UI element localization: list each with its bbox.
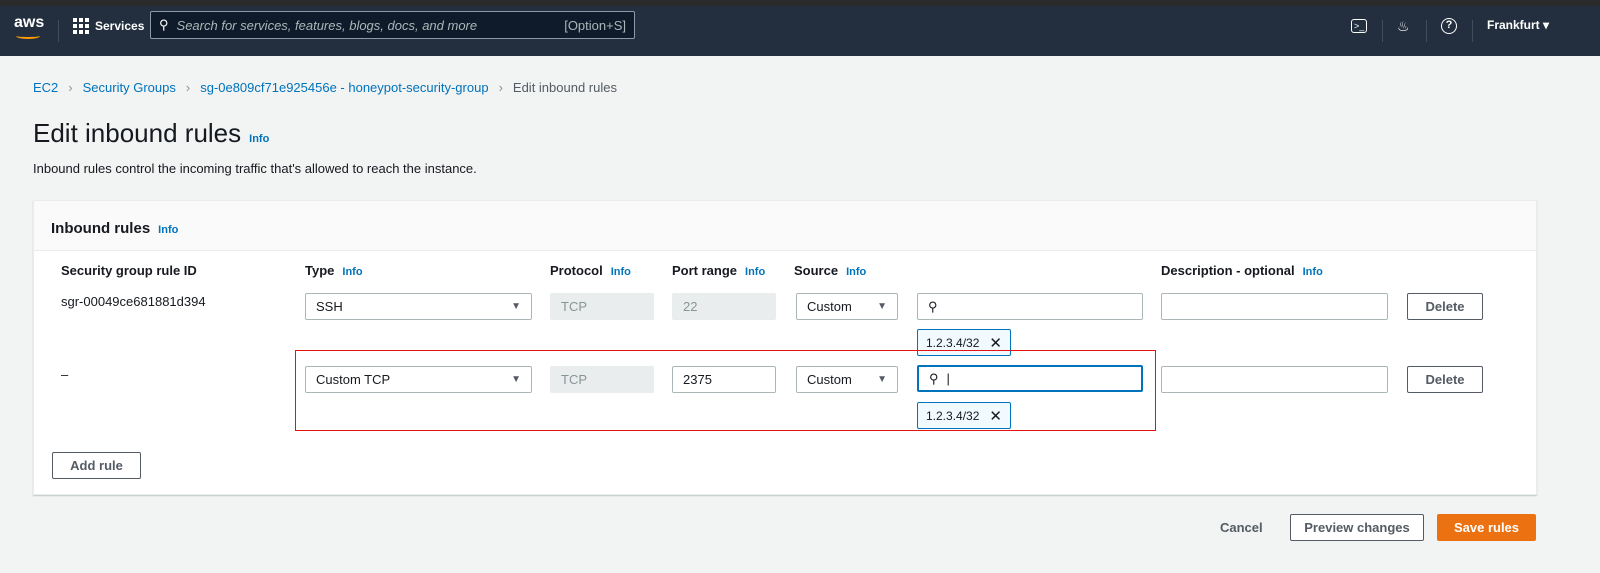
highlight-box xyxy=(295,350,1156,431)
page-title-text: Edit inbound rules xyxy=(33,118,242,148)
info-link[interactable]: Info xyxy=(158,224,178,236)
add-rule-button[interactable]: Add rule xyxy=(52,452,141,479)
panel-title: Inbound rules Info xyxy=(51,220,178,237)
caret-down-icon: ▼ xyxy=(877,301,887,312)
page-title: Edit inbound rules Info xyxy=(33,118,269,149)
panel-header xyxy=(34,201,1536,251)
cidr-token-label: 1.2.3.4/32 xyxy=(926,335,980,350)
preview-changes-button[interactable]: Preview changes xyxy=(1290,514,1424,541)
info-link[interactable]: Info xyxy=(745,266,765,278)
help-icon[interactable]: ? xyxy=(1441,18,1457,34)
info-link[interactable]: Info xyxy=(249,133,269,145)
rule-id: sgr-00049ce681881d394 xyxy=(61,294,206,309)
col-protocol: Protocol Info xyxy=(550,263,631,278)
region-selector[interactable]: Frankfurt ▾ xyxy=(1487,18,1549,32)
col-description: Description - optional Info xyxy=(1161,263,1323,278)
bell-icon[interactable]: ♨ xyxy=(1397,18,1410,35)
breadcrumb-current: Edit inbound rules xyxy=(512,80,617,95)
port-field: 22 xyxy=(672,293,776,320)
search-shortcut: [Option+S] xyxy=(564,17,626,33)
chevron-right-icon: › xyxy=(185,80,191,95)
cancel-button[interactable]: Cancel xyxy=(1220,520,1263,535)
col-type-label: Type xyxy=(305,263,335,278)
close-icon[interactable]: ✕ xyxy=(989,334,1002,352)
col-protocol-label: Protocol xyxy=(550,263,603,278)
type-select[interactable]: SSH ▼ xyxy=(305,293,532,320)
delete-button[interactable]: Delete xyxy=(1407,293,1483,320)
source-value: Custom xyxy=(807,299,852,314)
source-select[interactable]: Custom ▼ xyxy=(796,293,898,320)
breadcrumb-ec2[interactable]: EC2 xyxy=(33,80,58,95)
save-rules-button[interactable]: Save rules xyxy=(1437,514,1536,541)
caret-down-icon: ▼ xyxy=(511,301,521,312)
type-value: SSH xyxy=(316,299,343,314)
search-icon: ⚲ xyxy=(928,298,938,314)
divider xyxy=(1426,20,1427,42)
breadcrumb: EC2 › Security Groups › sg-0e809cf71e92545… xyxy=(33,80,617,95)
info-link[interactable]: Info xyxy=(846,266,866,278)
divider xyxy=(58,20,59,42)
col-source: Source Info xyxy=(794,263,866,278)
divider xyxy=(1472,20,1473,42)
cloudshell-icon[interactable]: >_ xyxy=(1351,19,1368,33)
info-link[interactable]: Info xyxy=(1303,266,1323,278)
aws-logo[interactable]: aws xyxy=(14,14,44,32)
grid-icon xyxy=(73,18,89,34)
search-placeholder: Search for services, features, blogs, do… xyxy=(176,17,478,33)
chevron-right-icon: › xyxy=(68,80,73,95)
panel-title-text: Inbound rules xyxy=(51,220,151,237)
description-input[interactable] xyxy=(1161,293,1388,320)
chevron-right-icon: › xyxy=(498,80,503,95)
top-nav: aws Services ⚲ Search for services, feat… xyxy=(0,6,1600,56)
inbound-rules-panel: Inbound rules Info Security group rule ID… xyxy=(33,200,1537,495)
col-type: Type Info xyxy=(305,263,363,278)
page-description: Inbound rules control the incoming traff… xyxy=(33,161,477,176)
col-description-label: Description - optional xyxy=(1161,263,1295,278)
info-link[interactable]: Info xyxy=(611,266,631,278)
services-button[interactable]: Services xyxy=(73,18,144,34)
services-label: Services xyxy=(95,19,145,33)
col-rule-id: Security group rule ID xyxy=(61,263,197,278)
aws-smile-icon xyxy=(16,33,40,39)
search-icon: ⚲ xyxy=(159,17,169,32)
breadcrumb-security-group[interactable]: sg-0e809cf71e925456e - honeypot-security… xyxy=(200,80,488,95)
region-label: Frankfurt xyxy=(1487,18,1540,32)
rule-id: – xyxy=(61,367,69,382)
info-link[interactable]: Info xyxy=(342,266,362,278)
description-input[interactable] xyxy=(1161,366,1388,393)
search-input[interactable]: ⚲ Search for services, features, blogs, … xyxy=(150,11,635,39)
breadcrumb-security-groups[interactable]: Security Groups xyxy=(83,80,176,95)
col-port-label: Port range xyxy=(672,263,738,278)
delete-button[interactable]: Delete xyxy=(1407,366,1483,393)
col-source-label: Source xyxy=(794,263,839,278)
divider xyxy=(1382,20,1383,42)
protocol-field: TCP xyxy=(550,293,654,320)
cidr-search-input[interactable]: ⚲ xyxy=(917,293,1143,320)
col-port: Port range Info xyxy=(672,263,765,278)
